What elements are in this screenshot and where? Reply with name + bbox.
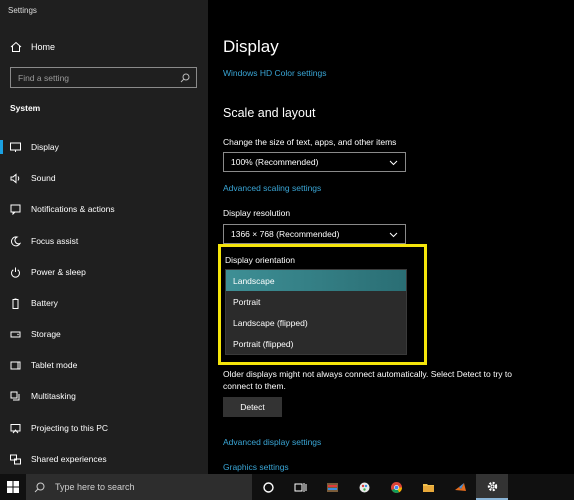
advanced-scaling-link[interactable]: Advanced scaling settings [223, 183, 321, 193]
sidebar-item-label: Multitasking [31, 391, 76, 401]
sidebar-item-storage[interactable]: Storage [0, 323, 208, 345]
scale-dropdown[interactable]: 100% (Recommended) [223, 152, 406, 172]
taskbar: Type here to search [0, 474, 574, 500]
tablet-icon [10, 361, 21, 369]
sidebar-item-multitasking[interactable]: Multitasking [0, 385, 208, 407]
find-setting-input[interactable]: Find a setting [10, 67, 197, 88]
file-explorer-button[interactable] [412, 474, 444, 500]
monitor-icon [10, 142, 21, 152]
detect-button[interactable]: Detect [223, 397, 282, 417]
taskbar-search-placeholder: Type here to search [55, 482, 135, 492]
resolution-label: Display resolution [223, 208, 291, 218]
sidebar: Settings Home Find a setting System Disp… [0, 0, 208, 474]
orientation-label: Display orientation [225, 255, 295, 265]
speaker-icon [10, 172, 20, 184]
sidebar-item-label: Storage [31, 329, 61, 339]
section-title: System [10, 103, 41, 113]
sidebar-item-display[interactable]: Display [0, 136, 208, 158]
scale-layout-heading: Scale and layout [223, 106, 316, 120]
sidebar-item-label: Shared experiences [31, 454, 107, 464]
sidebar-item-label: Battery [31, 298, 58, 308]
file-explorer-icon [422, 483, 434, 492]
notification-icon [10, 204, 21, 215]
resolution-dropdown[interactable]: 1366 × 768 (Recommended) [223, 224, 406, 244]
windows-logo-icon [7, 481, 19, 493]
orientation-option-portrait-flipped[interactable]: Portrait (flipped) [226, 333, 406, 354]
home-nav[interactable]: Home [10, 41, 55, 53]
task-view-icon [294, 482, 306, 492]
multitasking-icon [10, 391, 20, 400]
taskbar-app-2[interactable] [348, 474, 380, 500]
home-label: Home [31, 42, 56, 52]
sidebar-item-label: Notifications & actions [31, 204, 115, 214]
matlab-icon [454, 482, 466, 491]
hd-color-settings-link[interactable]: Windows HD Color settings [223, 68, 326, 78]
sidebar-item-label: Focus assist [31, 236, 79, 246]
sidebar-item-label: Tablet mode [31, 360, 78, 370]
orientation-option-portrait[interactable]: Portrait [226, 291, 406, 312]
battery-icon [12, 298, 19, 309]
taskbar-search[interactable]: Type here to search [26, 474, 252, 500]
chrome-button[interactable] [380, 474, 412, 500]
sidebar-item-label: Sound [31, 173, 56, 183]
advanced-display-link[interactable]: Advanced display settings [223, 437, 321, 447]
orientation-dropdown-list[interactable]: Landscape Portrait Landscape (flipped) P… [225, 269, 407, 355]
settings-icon [487, 481, 497, 491]
detect-description: Older displays might not always connect … [223, 369, 512, 391]
find-setting-placeholder: Find a setting [18, 72, 70, 83]
taskbar-app-1[interactable] [316, 474, 348, 500]
projector-icon [10, 423, 21, 433]
shared-icon [10, 454, 21, 464]
sidebar-item-tablet-mode[interactable]: Tablet mode [0, 354, 208, 376]
chevron-down-icon [389, 232, 398, 237]
start-button[interactable] [0, 474, 26, 500]
sidebar-item-battery[interactable]: Battery [0, 292, 208, 314]
sidebar-item-focus-assist[interactable]: Focus assist [0, 230, 208, 252]
cortana-button[interactable] [252, 474, 284, 500]
page-title: Display [223, 37, 279, 56]
sidebar-item-label: Projecting to this PC [31, 423, 109, 433]
sidebar-item-notifications[interactable]: Notifications & actions [0, 198, 208, 220]
storage-icon [10, 331, 21, 337]
sidebar-item-label: Display [31, 142, 59, 152]
scale-label: Change the size of text, apps, and other… [223, 137, 397, 147]
app-icon-2 [359, 482, 369, 492]
moon-icon [11, 235, 21, 246]
app-icon-1 [326, 482, 338, 492]
orientation-option-landscape-flipped[interactable]: Landscape (flipped) [226, 312, 406, 333]
task-view-button[interactable] [284, 474, 316, 500]
sidebar-item-power-sleep[interactable]: Power & sleep [0, 261, 208, 283]
chrome-icon [390, 481, 402, 493]
orientation-option-landscape[interactable]: Landscape [226, 270, 406, 291]
chevron-down-icon [389, 160, 398, 165]
power-icon [11, 267, 20, 278]
search-icon [34, 482, 45, 492]
app-title: Settings [8, 6, 37, 15]
sidebar-item-projecting[interactable]: Projecting to this PC [0, 417, 208, 439]
sidebar-item-shared-experiences[interactable]: Shared experiences [0, 448, 208, 470]
sidebar-item-sound[interactable]: Sound [0, 167, 208, 189]
search-icon [180, 73, 190, 82]
scale-value: 100% (Recommended) [231, 157, 319, 167]
main-content: Display Windows HD Color settings Scale … [208, 0, 574, 474]
settings-button[interactable] [476, 474, 508, 500]
matlab-button[interactable] [444, 474, 476, 500]
resolution-value: 1366 × 768 (Recommended) [231, 229, 340, 239]
graphics-settings-link[interactable]: Graphics settings [223, 462, 289, 472]
sidebar-item-label: Power & sleep [31, 267, 86, 277]
cortana-icon [262, 481, 274, 493]
home-icon [10, 41, 22, 52]
